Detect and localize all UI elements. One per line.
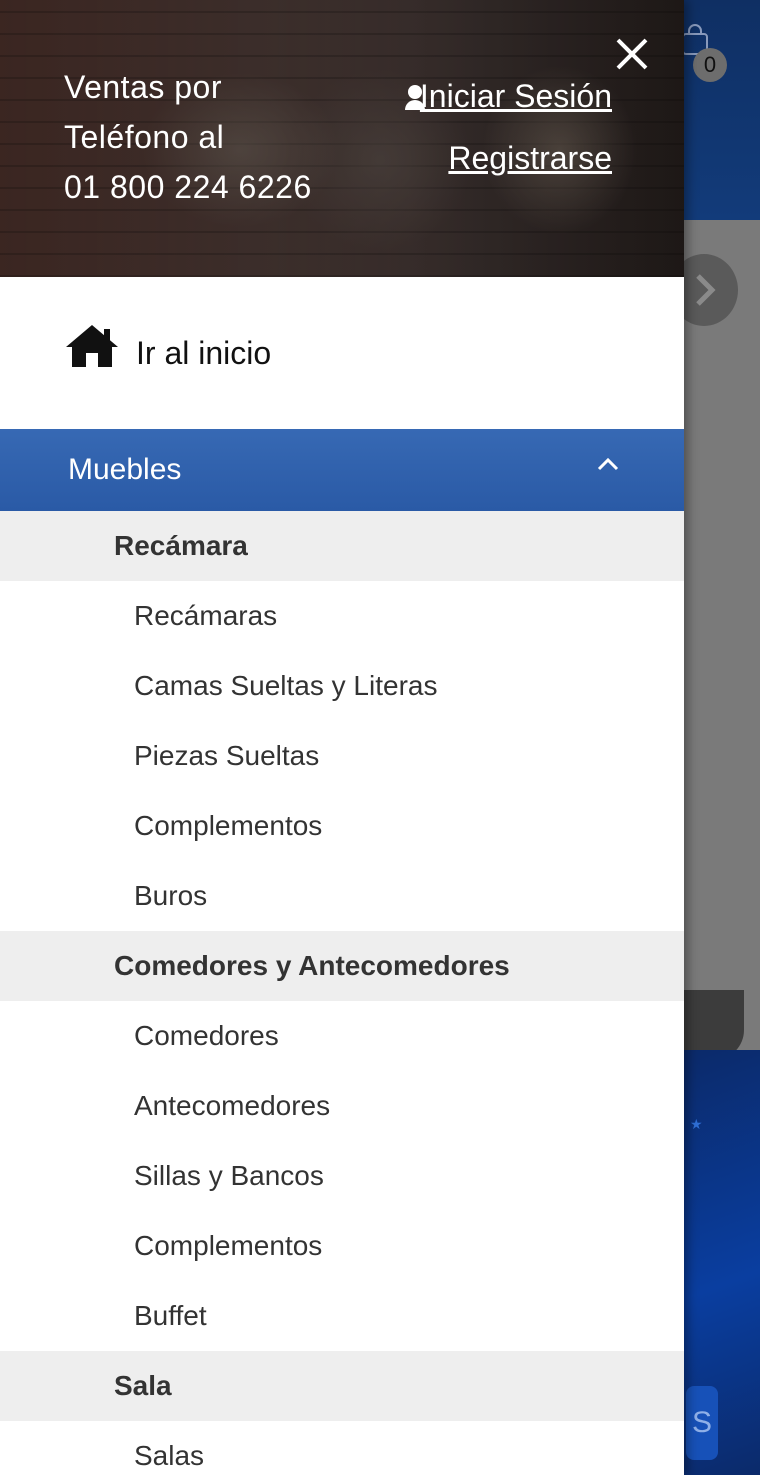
subcategory-comedores[interactable]: Comedores y Antecomedores <box>0 931 684 1001</box>
cart-count-badge: 0 <box>693 48 727 82</box>
menu-item-comedores[interactable]: Comedores <box>0 1001 684 1071</box>
register-link[interactable]: Registrarse <box>448 140 612 177</box>
close-button[interactable] <box>612 34 652 74</box>
category-muebles[interactable]: Muebles <box>0 429 684 511</box>
home-link[interactable]: Ir al inicio <box>0 277 684 429</box>
menu-item-buros[interactable]: Buros <box>0 861 684 931</box>
side-drawer: Ventas por Teléfono al 01 800 224 6226 I… <box>0 0 684 1475</box>
close-icon <box>616 38 648 70</box>
star-icon: ★ <box>690 1116 703 1132</box>
login-link[interactable]: Iniciar Sesión <box>404 78 612 115</box>
home-icon <box>66 325 118 367</box>
phone-line-1: Ventas por <box>64 69 222 105</box>
home-label: Ir al inicio <box>136 334 272 371</box>
menu-item-antecomedores[interactable]: Antecomedores <box>0 1071 684 1141</box>
login-label[interactable]: Iniciar Sesión <box>420 78 612 115</box>
subcategory-sala[interactable]: Sala <box>0 1351 684 1421</box>
chevron-up-icon <box>597 457 619 471</box>
menu-item-complementos[interactable]: Complementos <box>0 791 684 861</box>
menu-item-sillas-bancos[interactable]: Sillas y Bancos <box>0 1141 684 1211</box>
menu-item-complementos-comedor[interactable]: Complementos <box>0 1211 684 1281</box>
background-tile: S <box>686 1386 718 1460</box>
phone-line-2: Teléfono al <box>64 119 225 155</box>
category-label: Muebles <box>68 453 182 486</box>
phone-number[interactable]: 01 800 224 6226 <box>64 162 312 212</box>
menu-item-buffet[interactable]: Buffet <box>0 1281 684 1351</box>
menu-item-camas-sueltas[interactable]: Camas Sueltas y Literas <box>0 651 684 721</box>
menu-item-recamaras[interactable]: Recámaras <box>0 581 684 651</box>
menu-item-piezas-sueltas[interactable]: Piezas Sueltas <box>0 721 684 791</box>
subcategory-recamara[interactable]: Recámara <box>0 511 684 581</box>
menu-item-salas[interactable]: Salas <box>0 1421 684 1475</box>
phone-sales-text: Ventas por Teléfono al 01 800 224 6226 <box>64 62 312 212</box>
chevron-right-icon <box>696 274 716 306</box>
drawer-header: Ventas por Teléfono al 01 800 224 6226 I… <box>0 0 684 277</box>
background-banner <box>684 220 760 1050</box>
